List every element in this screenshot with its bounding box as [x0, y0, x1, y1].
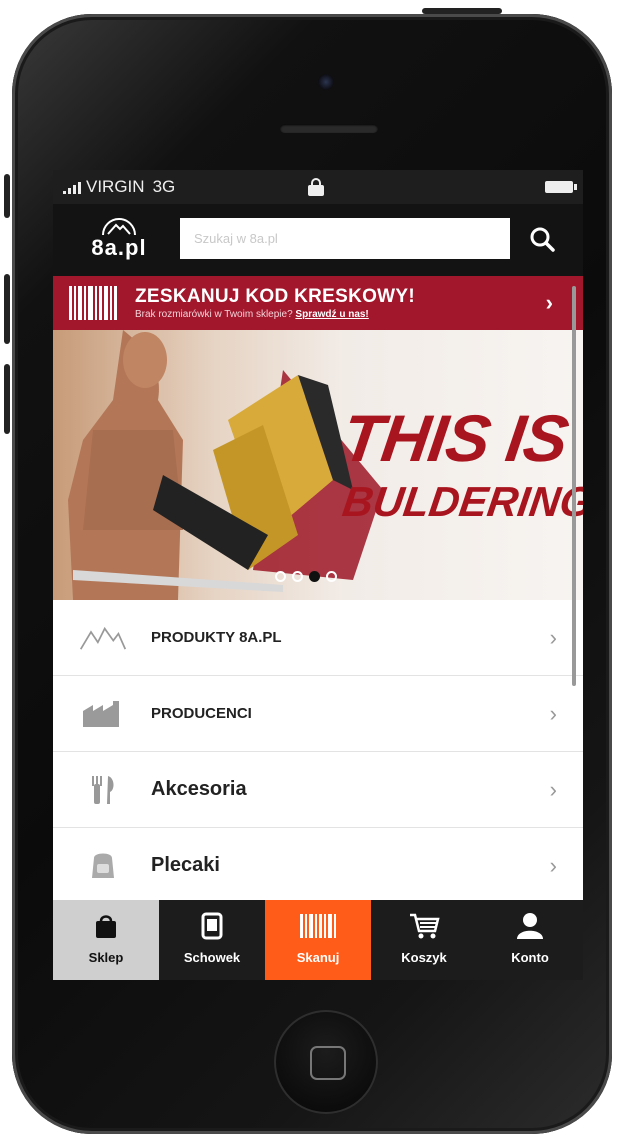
logo[interactable]: 8a.pl: [77, 215, 161, 265]
banner-subtitle: Brak rozmiarówki w Twoim sklepie? Sprawd…: [135, 308, 415, 321]
cart-icon: [371, 912, 477, 940]
carousel-pagination[interactable]: [275, 571, 337, 582]
signal-icon: [63, 180, 81, 194]
app-header: 8a.pl: [53, 204, 583, 276]
barcode-icon: [69, 286, 121, 320]
tab-label: Koszyk: [401, 950, 447, 965]
tab-konto[interactable]: Konto: [477, 900, 583, 980]
chevron-right-icon: ›: [549, 624, 557, 650]
scan-barcode-banner[interactable]: ZESKANUJ KOD KRESKOWY! Brak rozmiarówki …: [53, 276, 583, 330]
menu-item-label: PRODUKTY 8A.PL: [151, 629, 282, 646]
tab-label: Schowek: [183, 950, 241, 965]
hero-carousel[interactable]: THIS IS BULDERING: [53, 330, 583, 600]
network-type: 3G: [152, 177, 176, 196]
menu-item-label: Plecaki: [151, 854, 220, 876]
hero-subtitle: BULDERING: [339, 478, 583, 525]
mute-switch: [4, 174, 10, 218]
carousel-dot[interactable]: [292, 571, 303, 582]
chevron-right-icon: ›: [549, 700, 557, 726]
tab-label: Sklep: [88, 950, 124, 965]
carousel-dot-active[interactable]: [309, 571, 320, 582]
status-bar: VIRGIN 3G: [53, 170, 583, 204]
search-input[interactable]: [180, 218, 510, 259]
tab-schowek[interactable]: Schowek: [159, 900, 265, 980]
barcode-icon: [265, 912, 371, 940]
battery-icon: [545, 181, 577, 193]
banner-arrow-icon: ›: [545, 290, 553, 315]
tab-skanuj[interactable]: Skanuj: [265, 900, 371, 980]
lock-icon: [308, 178, 324, 196]
cutlery-icon: [79, 773, 127, 807]
hero-title: THIS IS: [337, 401, 573, 475]
app-screen: VIRGIN 3G 8a.pl ZESKANUJ KOD KRESKOWY!: [53, 170, 583, 980]
logo-text: 8a.pl: [91, 235, 147, 260]
search-button[interactable]: [510, 218, 574, 259]
mountains-icon: [79, 621, 127, 655]
tab-koszyk[interactable]: Koszyk: [371, 900, 477, 980]
scrollbar[interactable]: [572, 286, 576, 686]
banner-subtitle-text: Brak rozmiarówki w Twoim sklepie?: [135, 308, 293, 320]
bag-icon: [53, 912, 159, 940]
tab-label: Konto: [511, 950, 549, 965]
factory-icon: [79, 697, 127, 731]
carousel-dot[interactable]: [275, 571, 286, 582]
menu-item-producenci[interactable]: PRODUCENCI ›: [53, 676, 583, 752]
person-icon: [477, 912, 583, 940]
menu-item-label: PRODUCENCI: [151, 705, 252, 722]
banner-check-link[interactable]: Sprawdź u nas!: [295, 309, 368, 320]
tab-bar: Sklep Schowek Skanuj Koszyk Konto: [53, 900, 583, 980]
menu-item-akcesoria[interactable]: Akcesoria ›: [53, 752, 583, 828]
menu-item-label: Akcesoria: [151, 778, 247, 800]
banner-title: ZESKANUJ KOD KRESKOWY!: [135, 285, 416, 307]
logo-mountain-icon: [102, 218, 136, 236]
tab-sklep[interactable]: Sklep: [53, 900, 159, 980]
backpack-icon: [79, 849, 127, 883]
power-button: [422, 8, 502, 14]
earpiece-speaker: [280, 124, 378, 133]
chevron-right-icon: ›: [549, 852, 557, 878]
menu-item-plecaki[interactable]: Plecaki ›: [53, 828, 583, 904]
menu-item-produkty[interactable]: PRODUKTY 8A.PL ›: [53, 600, 583, 676]
phone-icon: [159, 912, 265, 940]
tab-label: Skanuj: [296, 950, 340, 965]
home-button[interactable]: [274, 1010, 378, 1114]
volume-down-button: [4, 364, 10, 434]
chevron-right-icon: ›: [549, 776, 557, 802]
search-icon: [530, 227, 555, 252]
volume-up-button: [4, 274, 10, 344]
front-camera: [318, 74, 334, 90]
carrier-name: VIRGIN: [86, 177, 145, 196]
carousel-dot[interactable]: [326, 571, 337, 582]
